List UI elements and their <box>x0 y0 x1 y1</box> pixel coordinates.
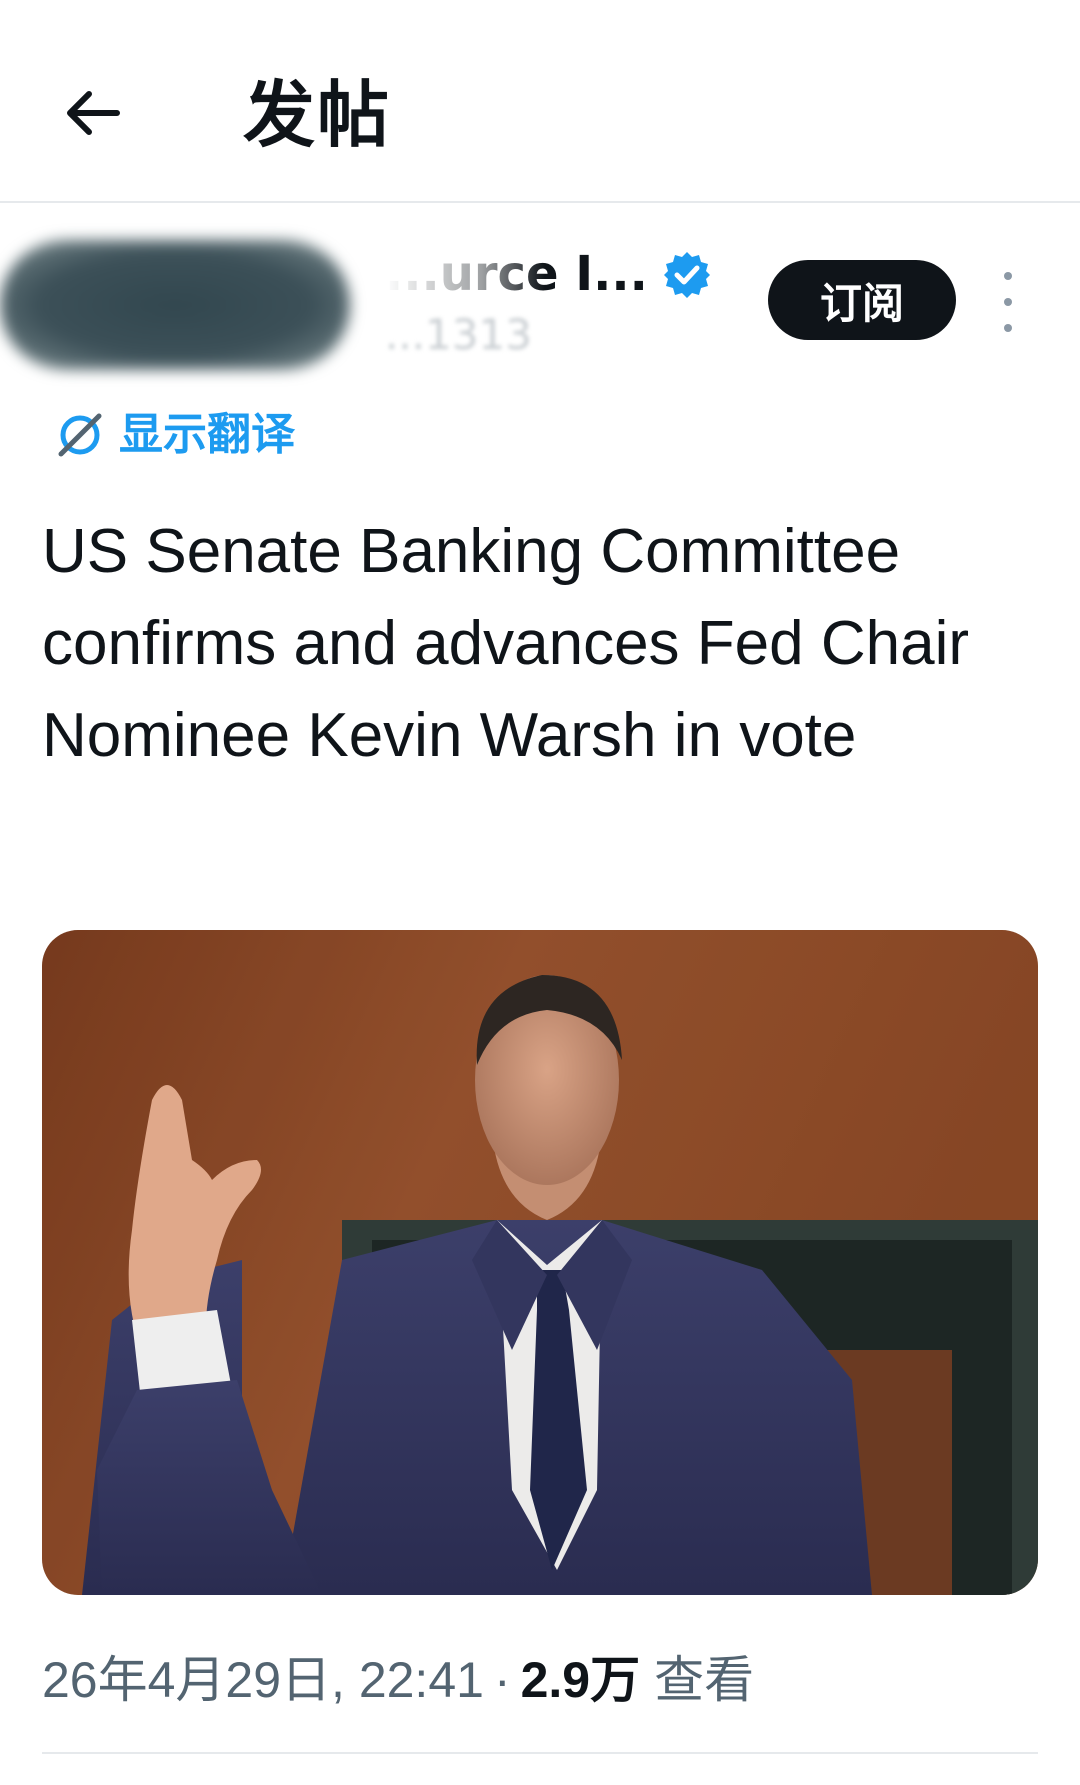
author-row: ...urce I... ...1313 订阅 <box>0 210 1080 380</box>
dot <box>1004 272 1012 280</box>
post-image[interactable] <box>42 930 1038 1595</box>
back-arrow-icon <box>67 91 120 135</box>
verified-badge-icon <box>664 252 710 298</box>
translate-icon <box>58 413 102 457</box>
more-options-button[interactable] <box>990 272 1026 332</box>
author-handle: ...1313 <box>385 310 532 359</box>
subscribe-button[interactable]: 订阅 <box>768 260 956 340</box>
back-button[interactable] <box>58 78 128 148</box>
meta-separator: · <box>493 1652 511 1708</box>
page-title: 发帖 <box>243 73 392 157</box>
top-bar: 发帖 <box>0 0 1080 203</box>
post-photo <box>42 930 1038 1595</box>
post-text: US Senate Banking Committee confirms and… <box>42 517 970 770</box>
show-translation-label: 显示翻译 <box>119 409 295 460</box>
post-datetime[interactable]: 26年4月29日, 22:41 <box>42 1652 484 1708</box>
views-label: 查看 <box>654 1652 755 1708</box>
name-blur-overlay <box>385 246 545 302</box>
author-name[interactable]: ...urce I... <box>385 246 648 302</box>
dot <box>1004 298 1012 306</box>
divider <box>42 1752 1038 1754</box>
avatar[interactable] <box>0 240 350 370</box>
dot <box>1004 324 1012 332</box>
show-translation-link[interactable]: 显示翻译 <box>55 405 295 465</box>
post-meta: 26年4月29日, 22:41 · 2.9万 查看 <box>42 1640 754 1720</box>
views-count[interactable]: 2.9万 <box>521 1652 641 1708</box>
